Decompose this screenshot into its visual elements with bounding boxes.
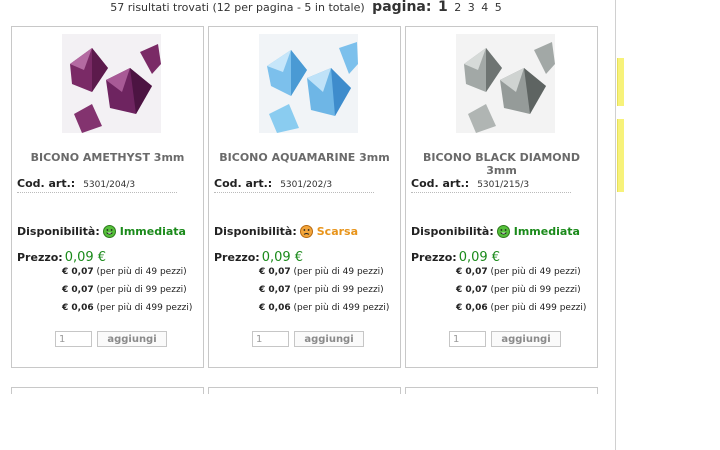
code-label: Cod. art.: [214,177,273,190]
price-row: Prezzo: 0,09 € [214,250,303,265]
product-code: 5301/215/3 [477,180,530,190]
page-link-4[interactable]: 4 [481,1,488,14]
price-label: Prezzo: [411,251,457,264]
code-label: Cod. art.: [411,177,470,190]
product-card: BICONO AMETHYST 3mm Cod. art.: 5301/204/3… [11,26,204,368]
availability-label: Disponibilità: [411,225,494,238]
side-tab-2[interactable] [617,119,624,192]
price-tier: € 0,07 (per più di 49 pezzi) [62,267,187,277]
price-value: 0,09 € [64,250,107,265]
side-tab-1[interactable] [617,58,624,106]
pagination-label: pagina: [372,0,432,15]
product-card-partial [405,387,598,394]
availability-label: Disponibilità: [17,225,100,238]
tier-note: (per più di 49 pezzi) [490,267,581,277]
add-to-cart-button[interactable]: aggiungi [294,331,364,347]
page-link-1[interactable]: 1 [438,0,448,15]
green-smiley-icon [102,225,116,238]
product-code-row: Cod. art.: 5301/202/3 [214,177,374,193]
product-name[interactable]: BICONO AMETHYST 3mm [12,151,203,164]
tier-note: (per più di 499 pezzi) [96,303,193,313]
orange-smiley-icon [299,225,313,238]
tier-note: (per più di 99 pezzi) [96,285,187,295]
tier-note: (per più di 49 pezzi) [96,267,187,277]
product-name[interactable]: BICONO AQUAMARINE 3mm [209,151,400,164]
product-code: 5301/202/3 [280,180,333,190]
tier-price: € 0,07 [62,267,94,277]
price-tier: € 0,06 (per più di 499 pezzi) [456,303,586,313]
tier-note: (per più di 99 pezzi) [490,285,581,295]
tier-note: (per più di 49 pezzi) [293,267,384,277]
product-image[interactable] [62,34,161,133]
quantity-input[interactable]: 1 [449,331,486,347]
tier-note: (per più di 499 pezzi) [490,303,587,313]
product-card: BICONO BLACK DIAMOND 3mm Cod. art.: 5301/… [405,26,598,368]
price-row: Prezzo: 0,09 € [411,250,500,265]
availability-status: Scarsa [316,225,359,238]
product-card: BICONO AQUAMARINE 3mm Cod. art.: 5301/202… [208,26,401,368]
availability-row: Disponibilità: Immediata [17,225,186,238]
product-code-row: Cod. art.: 5301/204/3 [17,177,177,193]
price-tier: € 0,06 (per più di 499 pezzi) [62,303,192,313]
results-summary: 57 risultati trovati (12 per pagina - 5 … [110,1,365,14]
price-row: Prezzo: 0,09 € [17,250,106,265]
code-label: Cod. art.: [17,177,76,190]
product-code-row: Cod. art.: 5301/215/3 [411,177,571,193]
tier-price: € 0,07 [259,285,291,295]
price-value: 0,09 € [458,250,501,265]
add-to-cart-button[interactable]: aggiungi [491,331,561,347]
product-card-partial [11,387,204,394]
add-to-cart-button[interactable]: aggiungi [97,331,167,347]
availability-label: Disponibilità: [214,225,297,238]
tier-price: € 0,07 [456,285,488,295]
price-tier: € 0,07 (per più di 49 pezzi) [259,267,384,277]
price-value: 0,09 € [261,250,304,265]
price-tier: € 0,07 (per più di 99 pezzi) [456,285,581,295]
product-code: 5301/204/3 [83,180,136,190]
tier-price: € 0,06 [62,303,94,313]
availability-row: Disponibilità: Immediata [411,225,580,238]
price-tier: € 0,07 (per più di 99 pezzi) [259,285,384,295]
product-image[interactable] [259,34,358,133]
price-tier: € 0,06 (per più di 499 pezzi) [259,303,389,313]
right-divider [615,0,616,450]
product-card-partial [208,387,401,394]
price-label: Prezzo: [214,251,260,264]
availability-row: Disponibilità: Scarsa [214,225,358,238]
availability-status: Immediata [513,225,580,238]
quantity-input[interactable]: 1 [55,331,92,347]
tier-price: € 0,06 [456,303,488,313]
tier-price: € 0,07 [62,285,94,295]
price-label: Prezzo: [17,251,63,264]
page-link-2[interactable]: 2 [454,1,461,14]
product-name[interactable]: BICONO BLACK DIAMOND 3mm [406,151,597,177]
tier-note: (per più di 499 pezzi) [293,303,390,313]
results-bar: 57 risultati trovati (12 per pagina - 5 … [0,0,612,18]
green-smiley-icon [496,225,510,238]
availability-status: Immediata [119,225,186,238]
product-image[interactable] [456,34,555,133]
quantity-input[interactable]: 1 [252,331,289,347]
tier-price: € 0,07 [259,267,291,277]
price-tier: € 0,07 (per più di 99 pezzi) [62,285,187,295]
page-link-5[interactable]: 5 [495,1,502,14]
page-link-3[interactable]: 3 [468,1,475,14]
price-tier: € 0,07 (per più di 49 pezzi) [456,267,581,277]
tier-price: € 0,07 [456,267,488,277]
tier-note: (per più di 99 pezzi) [293,285,384,295]
tier-price: € 0,06 [259,303,291,313]
